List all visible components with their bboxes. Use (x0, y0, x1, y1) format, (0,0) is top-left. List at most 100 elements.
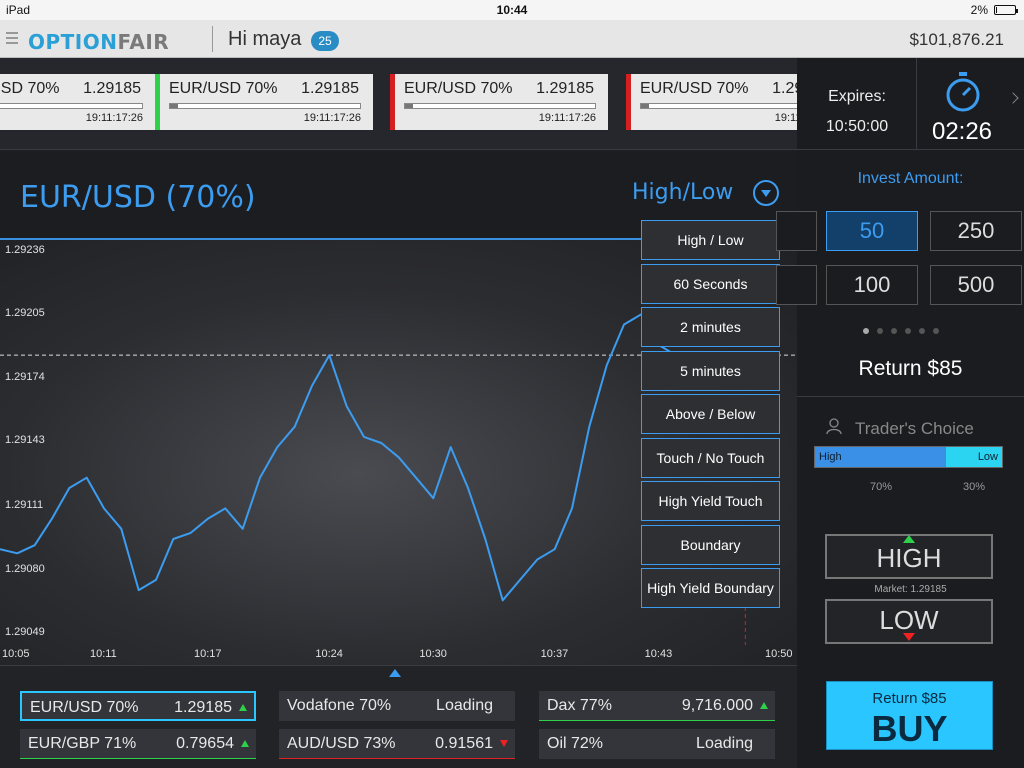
x-tick-label: 10:17 (194, 648, 222, 660)
trend-icon (500, 740, 508, 747)
ticker-item[interactable]: EUR/USD 70% 1.29185 19:11:17:26 (626, 74, 797, 130)
status-bar: iPad 10:44 2% (0, 0, 1024, 20)
page-dots (863, 328, 939, 334)
expiry-time: 10:50:00 (825, 118, 889, 135)
trend-icon (241, 740, 249, 747)
battery-group: 2% (970, 3, 1018, 17)
ticker-price: 1.29185 (83, 80, 141, 97)
amount-option[interactable]: 500 (930, 265, 1022, 305)
y-tick-label: 1.29111 (5, 499, 44, 512)
countdown-timer: 02:26 (931, 118, 993, 145)
sentiment-low-label: Low (977, 451, 998, 463)
ticker-item[interactable]: EUR/USD 70% 1.29185 19:11:17:26 (0, 74, 155, 130)
x-tick-label: 10:43 (644, 648, 673, 660)
ticker-price: 1.29185 (301, 80, 359, 97)
x-tick-label: 10:50 (765, 648, 793, 660)
expand-caret-icon[interactable] (389, 669, 401, 677)
ticker-asset: EUR/USD 70% (0, 80, 60, 97)
arrow-up-icon (903, 535, 915, 543)
y-tick-label: 1.29080 (5, 562, 45, 575)
ticker-price: 1.29185 (772, 80, 797, 97)
asset-row[interactable]: Dax 77% 9,716.000 (539, 691, 775, 721)
header-divider (212, 26, 213, 52)
user-icon (826, 418, 842, 434)
invest-amount-label: Invest Amount: (857, 170, 964, 187)
amount-option[interactable]: 100 (826, 265, 918, 305)
market-price: Market: 1.29185 (874, 584, 947, 595)
battery-icon (994, 5, 1018, 15)
chevron-right-icon[interactable] (1007, 92, 1019, 104)
asset-name: EUR/USD 70% (30, 699, 139, 716)
menu-item-above-below[interactable]: Above / Below (641, 394, 780, 434)
asset-row[interactable]: Vodafone 70% Loading (279, 691, 515, 721)
asset-value: Loading (696, 735, 753, 752)
asset-value: 0.79654 (176, 735, 234, 752)
amount-option[interactable]: 250 (930, 211, 1022, 251)
y-tick-label: 1.29143 (5, 433, 45, 446)
notification-badge[interactable]: 25 (311, 31, 339, 51)
menu-item-5-minutes[interactable]: 5 minutes (641, 350, 780, 391)
amount-option[interactable] (776, 211, 817, 251)
amount-option[interactable]: 50 (826, 211, 918, 251)
asset-row[interactable]: Oil 72% Loading (539, 729, 775, 759)
sentiment-high-label: High (819, 451, 842, 463)
arrow-down-icon (903, 633, 915, 641)
asset-title: EUR/USD (70%) (20, 180, 256, 215)
ticker-time: 19:11:17:26 (538, 112, 596, 124)
ticker-asset: EUR/USD 70% (169, 80, 278, 97)
menu-icon[interactable] (6, 32, 18, 46)
ticker-item[interactable]: EUR/USD 70% 1.29185 19:11:17:26 (155, 74, 373, 130)
asset-row[interactable]: EUR/GBP 71% 0.79654 (20, 729, 256, 759)
option-type-label[interactable]: High/Low (632, 180, 733, 205)
menu-item-60-seconds[interactable]: 60 Seconds (641, 263, 780, 304)
traders-choice-label: Trader's Choice (855, 419, 974, 438)
menu-item-touch-no-touch[interactable]: Touch / No Touch (641, 437, 780, 478)
amount-option[interactable] (776, 265, 817, 305)
high-percent: 70% (870, 481, 893, 493)
price-series-line (0, 313, 677, 602)
x-tick-label: 10:37 (540, 648, 569, 660)
ticker-price: 1.29185 (536, 80, 594, 97)
expiry-progress (640, 103, 797, 109)
ticker-item[interactable]: EUR/USD 70% 1.29185 19:11:17:26 (390, 74, 608, 130)
panel-divider (797, 396, 1024, 397)
trend-icon (239, 704, 247, 711)
y-tick-label: 1.29205 (5, 307, 45, 320)
stopwatch-icon (946, 72, 980, 112)
y-tick-label: 1.29049 (5, 626, 45, 638)
sentiment-bar: High Low (814, 446, 1003, 468)
menu-item-high-low[interactable]: High / Low (641, 220, 780, 260)
battery-percent: 2% (970, 3, 988, 17)
expiry-progress (169, 103, 361, 109)
countdown-box: 02:26 (917, 58, 1024, 150)
ticker-time: 19:11:17:26 (303, 112, 361, 124)
user-greeting: Hi maya (228, 28, 302, 50)
x-tick-label: 10:24 (315, 648, 343, 660)
menu-item-high-yield-boundary[interactable]: High Yield Boundary (641, 568, 780, 608)
menu-item-high-yield-touch[interactable]: High Yield Touch (641, 481, 780, 521)
asset-row[interactable]: AUD/USD 73% 0.91561 (279, 729, 515, 759)
x-tick-label: 10:11 (90, 648, 117, 660)
asset-name: Vodafone 70% (287, 697, 392, 714)
menu-item-2-minutes[interactable]: 2 minutes (641, 307, 780, 347)
return-amount: Return $85 (858, 357, 963, 380)
ticker-time: 19:11:17:26 (85, 112, 143, 124)
menu-item-boundary[interactable]: Boundary (641, 524, 780, 565)
expires-label: Expires: (828, 88, 886, 105)
ticker-asset: EUR/USD 70% (404, 80, 513, 97)
status-bar-color (626, 74, 631, 130)
buy-button[interactable]: Return $85 BUY (826, 681, 993, 750)
trend-icon (760, 702, 768, 709)
asset-value: 0.91561 (435, 735, 493, 752)
buy-return-label: Return $85 (872, 690, 947, 707)
chevron-down-icon[interactable] (753, 180, 779, 206)
y-tick-label: 1.29236 (5, 244, 45, 256)
asset-row[interactable]: EUR/USD 70% 1.29185 (20, 691, 256, 721)
buy-label: BUY (871, 708, 948, 749)
low-percent: 30% (963, 481, 986, 493)
asset-name: Dax 77% (547, 697, 612, 714)
asset-name: Oil 72% (547, 735, 604, 752)
x-tick-label: 10:05 (2, 648, 30, 660)
asset-name: AUD/USD 73% (287, 735, 396, 752)
asset-value: 9,716.000 (681, 697, 753, 714)
